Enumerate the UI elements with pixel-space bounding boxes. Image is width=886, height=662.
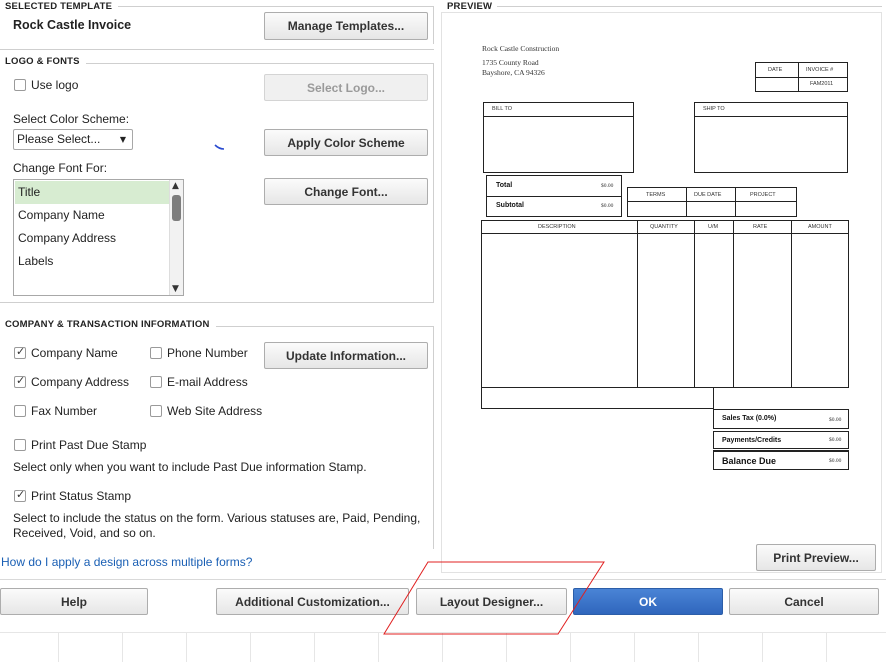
preview-project-header: PROJECT (750, 192, 776, 198)
preview-company-name: Rock Castle Construction (482, 44, 560, 53)
invoice-preview-pane: Rock Castle Construction 1735 County Roa… (441, 12, 882, 573)
print-preview-button[interactable]: Print Preview... (756, 544, 876, 571)
phone-number-label: Phone Number (167, 346, 248, 360)
color-scheme-select[interactable]: Please Select... ▼ (13, 129, 133, 150)
divider (86, 63, 433, 64)
preview-terms-header: TERMS (646, 192, 666, 198)
scroll-down-icon[interactable]: ▼ (172, 284, 179, 294)
preview-col-amount: AMOUNT (808, 224, 832, 230)
preview-col-um: U/M (708, 224, 719, 230)
preview-subtotal-label: Subtotal (496, 202, 524, 209)
color-scheme-label: Select Color Scheme: (13, 112, 130, 126)
font-element-list[interactable]: Title Company Name Company Address Label… (13, 179, 184, 296)
email-address-checkbox[interactable] (150, 376, 162, 388)
preview-total-box: Total $0.00 Subtotal $0.00 (486, 175, 622, 217)
cancel-button[interactable]: Cancel (729, 588, 879, 615)
preview-payments-label: Payments/Credits (722, 437, 782, 444)
apply-design-help-link[interactable]: How do I apply a design across multiple … (1, 555, 252, 569)
preview-payments-box: Payments/Credits $0.00 (713, 431, 849, 449)
cursor-mark-icon (214, 144, 225, 150)
status-help-text-line1: Select to include the status on the form… (13, 511, 421, 525)
font-item-company-address[interactable]: Company Address (15, 227, 170, 250)
preview-sales-tax-box: Sales Tax (0.0%) $0.00 (713, 409, 849, 429)
update-information-button[interactable]: Update Information... (264, 342, 428, 369)
preview-balance-box: Balance Due $0.00 (713, 450, 849, 470)
preview-section-title: PREVIEW (447, 1, 493, 12)
preview-balance-label: Balance Due (722, 456, 777, 466)
company-name-checkbox[interactable] (14, 345, 26, 359)
annotation-highlight-shape (383, 561, 605, 635)
select-logo-button[interactable]: Select Logo... (264, 74, 428, 101)
status-stamp-checkbox[interactable] (14, 488, 26, 502)
use-logo-checkbox[interactable] (14, 79, 26, 91)
preview-address-line2: Bayshore, CA 94326 (482, 68, 545, 77)
preview-footer-row (481, 387, 714, 409)
chevron-down-icon: ▼ (119, 135, 126, 144)
fax-number-label: Fax Number (31, 404, 98, 418)
preview-bill-to-label: BILL TO (492, 106, 513, 112)
divider (0, 302, 434, 303)
preview-col-rate: RATE (753, 224, 768, 230)
divider (433, 63, 434, 302)
selected-template-section-title: SELECTED TEMPLATE (5, 1, 113, 12)
help-button[interactable]: Help (0, 588, 148, 615)
preview-sales-tax-label: Sales Tax (0.0%) (722, 415, 777, 422)
preview-col-description: DESCRIPTION (538, 224, 576, 230)
preview-terms-box: TERMS DUE DATE PROJECT (627, 187, 797, 217)
preview-address-line1: 1735 County Road (482, 58, 539, 67)
email-address-label: E-mail Address (167, 375, 248, 389)
template-name: Rock Castle Invoice (13, 18, 132, 32)
manage-templates-button[interactable]: Manage Templates... (264, 12, 428, 40)
divider (497, 6, 882, 7)
font-item-company-name[interactable]: Company Name (15, 204, 170, 227)
company-name-label: Company Name (31, 346, 118, 360)
preview-due-date-header: DUE DATE (694, 192, 722, 198)
preview-item-table: DESCRIPTION QUANTITY U/M RATE AMOUNT (481, 220, 849, 388)
logo-fonts-section-title: LOGO & FONTS (5, 56, 80, 67)
preview-bill-to-box: BILL TO (483, 102, 634, 173)
company-info-section-title: COMPANY & TRANSACTION INFORMATION (5, 319, 210, 330)
website-address-checkbox[interactable] (150, 405, 162, 417)
divider (118, 6, 433, 7)
change-font-for-label: Change Font For: (13, 161, 108, 175)
color-scheme-value: Please Select... (17, 132, 101, 146)
past-due-stamp-label: Print Past Due Stamp (31, 438, 147, 452)
preview-sales-tax-value: $0.00 (829, 417, 842, 423)
font-list-scrollbar[interactable]: ▲ ▼ (169, 180, 183, 295)
divider (433, 326, 434, 549)
divider (0, 49, 434, 50)
use-logo-label: Use logo (31, 78, 79, 92)
preview-total-value: $0.00 (601, 183, 614, 189)
apply-color-scheme-button[interactable]: Apply Color Scheme (264, 129, 428, 156)
change-font-button[interactable]: Change Font... (264, 178, 428, 205)
font-item-labels[interactable]: Labels (15, 250, 170, 273)
preview-invoice-header: INVOICE # (806, 67, 834, 73)
company-address-checkbox[interactable] (14, 374, 26, 388)
preview-balance-value: $0.00 (829, 458, 842, 464)
past-due-stamp-checkbox[interactable] (14, 439, 26, 451)
preview-payments-value: $0.00 (829, 437, 842, 443)
preview-col-quantity: QUANTITY (650, 224, 678, 230)
company-address-label: Company Address (31, 375, 130, 389)
preview-date-header: DATE (768, 67, 783, 73)
divider (216, 326, 433, 327)
preview-invoice-number: FAM2011 (810, 81, 834, 87)
preview-total-label: Total (496, 182, 513, 189)
scroll-thumb[interactable] (172, 195, 181, 221)
scroll-up-icon[interactable]: ▲ (172, 181, 179, 191)
website-address-label: Web Site Address (167, 404, 263, 418)
status-stamp-label: Print Status Stamp (31, 489, 132, 503)
status-help-text-line2: Received, Void, and so on. (13, 526, 156, 540)
preview-ship-to-box: SHIP TO (694, 102, 848, 173)
past-due-help-text: Select only when you want to include Pas… (13, 460, 367, 474)
preview-date-invoice-box: DATE INVOICE # FAM2011 (755, 62, 848, 92)
fax-number-checkbox[interactable] (14, 405, 26, 417)
preview-subtotal-value: $0.00 (601, 203, 614, 209)
divider (433, 6, 434, 44)
preview-ship-to-label: SHIP TO (703, 106, 725, 112)
font-item-title[interactable]: Title (15, 181, 170, 204)
phone-number-checkbox[interactable] (150, 347, 162, 359)
